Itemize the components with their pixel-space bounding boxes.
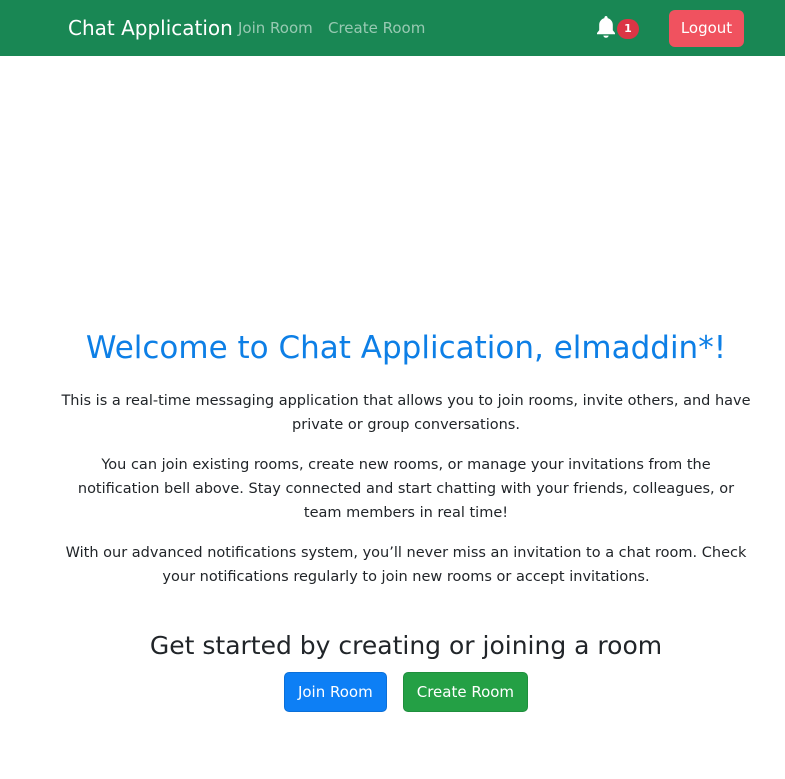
join-room-button[interactable]: Join Room [283, 672, 387, 712]
action-buttons: Join Room Create Room [60, 672, 752, 712]
main-content: Welcome to Chat Application, elmaddin*! … [60, 327, 752, 712]
intro-paragraph: This is a real-time messaging applicatio… [61, 393, 751, 433]
get-started-heading: Get started by creating or joining a roo… [149, 631, 663, 660]
welcome-heading: Welcome to Chat Application, elmaddin*! [85, 330, 727, 366]
create-room-button[interactable]: Create Room [402, 672, 529, 712]
logout-button[interactable]: Logout [669, 10, 744, 47]
navbar: Chat Application Join Room Create Room 1… [0, 0, 785, 56]
notification-count-badge: 1 [617, 19, 639, 39]
brand-link[interactable]: Chat Application [68, 15, 233, 41]
nav-link-create-room[interactable]: Create Room [328, 18, 425, 38]
nav-link-join-room[interactable]: Join Room [238, 18, 313, 38]
bell-icon[interactable] [594, 14, 618, 40]
notifications-paragraph: With our advanced notifications system, … [65, 545, 747, 585]
features-paragraph: You can join existing rooms, create new … [77, 457, 735, 521]
